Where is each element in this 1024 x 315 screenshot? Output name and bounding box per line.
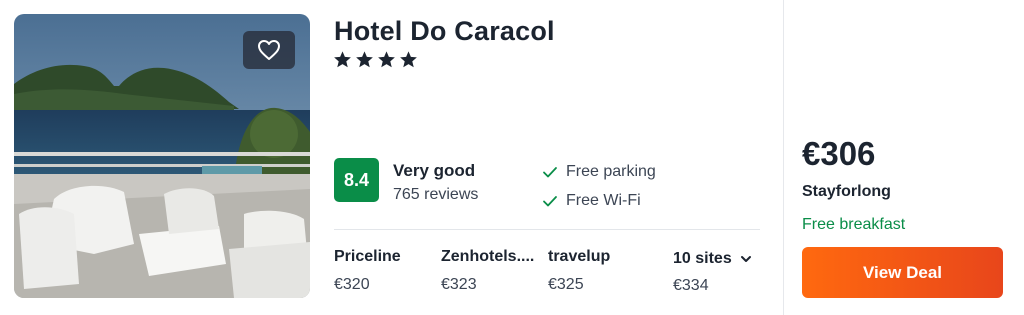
provider-price: €323 <box>441 276 477 293</box>
more-sites-dropdown[interactable]: 10 sites €334 <box>673 250 752 295</box>
star-icon <box>356 51 373 68</box>
provider-zenhotels[interactable]: Zenhotels.... €323 <box>441 248 534 294</box>
review-count[interactable]: 765 reviews <box>393 186 478 204</box>
favorite-button[interactable] <box>243 31 295 69</box>
amenity-label: Free parking <box>566 163 656 180</box>
deal-perk: Free breakfast <box>802 216 906 233</box>
amenity-free-parking: Free parking <box>542 163 656 181</box>
amenity-free-wifi: Free Wi-Fi <box>542 192 641 210</box>
provider-price: €320 <box>334 276 370 293</box>
heart-icon <box>258 40 280 60</box>
provider-name: Zenhotels.... <box>441 248 535 265</box>
provider-name: Priceline <box>334 248 401 265</box>
rating-label: Very good <box>393 161 476 180</box>
star-rating <box>333 50 418 69</box>
deal-price: €306 <box>802 135 876 172</box>
star-icon <box>378 51 395 68</box>
provider-travelup[interactable]: travelup €325 <box>548 248 610 294</box>
deal-provider: Stayforlong <box>802 183 891 200</box>
hotel-photo[interactable] <box>14 14 310 298</box>
check-icon <box>543 196 557 207</box>
divider <box>334 229 760 230</box>
column-divider <box>783 0 784 315</box>
provider-price: €325 <box>548 276 584 293</box>
amenity-label: Free Wi-Fi <box>566 192 641 209</box>
hotel-result-card: Hotel Do Caracol 8.4 Very good 765 revie… <box>0 0 1024 315</box>
chevron-down-icon <box>740 256 751 262</box>
more-sites-price: €334 <box>673 277 709 294</box>
hotel-name[interactable]: Hotel Do Caracol <box>334 16 555 47</box>
provider-name: travelup <box>548 248 611 265</box>
provider-priceline[interactable]: Priceline €320 <box>334 248 401 294</box>
view-deal-button[interactable]: View Deal <box>802 247 1003 298</box>
more-sites-label: 10 sites <box>673 250 732 267</box>
check-icon <box>543 167 557 178</box>
score-badge: 8.4 <box>334 158 379 202</box>
star-icon <box>334 51 351 68</box>
star-icon <box>400 51 417 68</box>
